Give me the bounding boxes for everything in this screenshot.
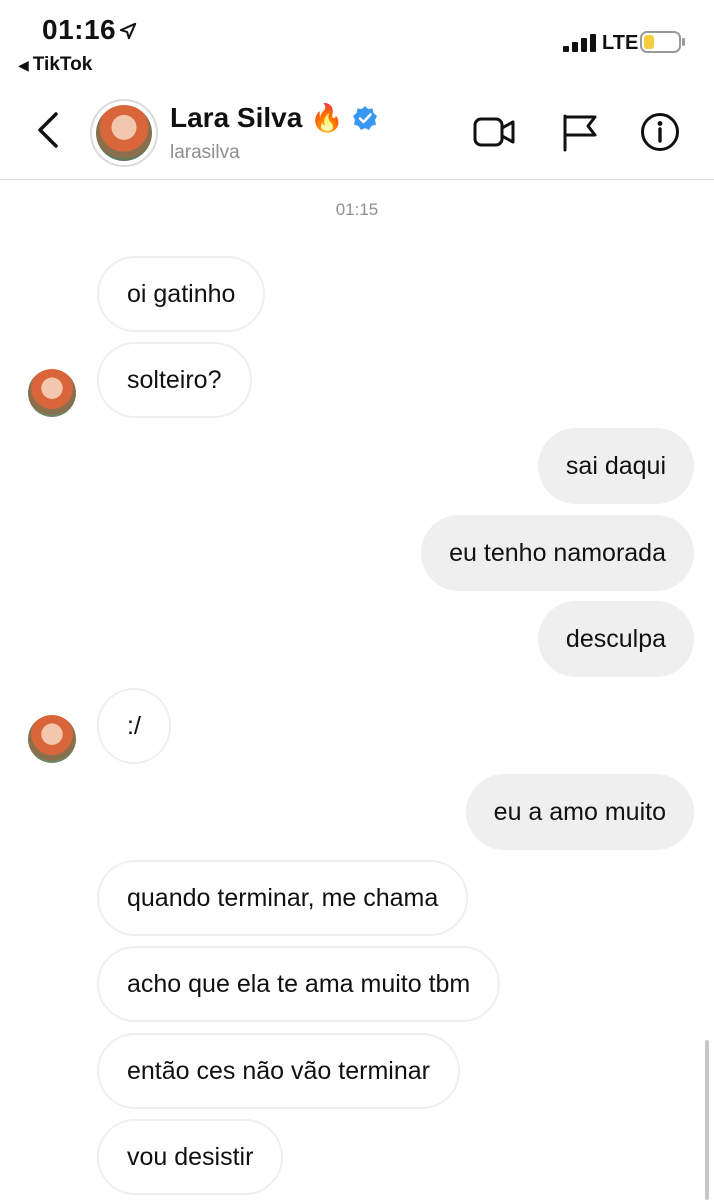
message-bubble[interactable]: eu a amo muito — [465, 774, 694, 850]
location-arrow-icon — [119, 22, 137, 40]
battery-icon — [640, 31, 685, 53]
chat-header: Lara Silva 🔥 larasilva — [0, 82, 714, 180]
message-text: eu a amo muito — [493, 797, 666, 826]
cellular-signal-icon — [563, 34, 596, 52]
message-bubble[interactable]: :/ — [97, 688, 171, 764]
message-text: quando terminar, me chama — [127, 883, 439, 912]
mini-avatar[interactable] — [28, 369, 76, 417]
profile-username: larasilva — [170, 142, 240, 163]
verified-badge-icon — [352, 106, 377, 130]
message-text: :/ — [127, 711, 141, 740]
message-text: vou desistir — [127, 1142, 254, 1171]
info-icon[interactable] — [638, 112, 682, 152]
chat-timestamp: 01:15 — [335, 200, 379, 219]
scrollbar[interactable] — [705, 1040, 709, 1200]
message-bubble[interactable]: quando terminar, me chama — [97, 860, 469, 936]
fire-emoji: 🔥 — [310, 102, 344, 133]
back-triangle-icon: ◀ — [18, 56, 29, 73]
message-text: acho que ela te ama muito tbm — [127, 969, 471, 998]
message-text: desculpa — [565, 624, 666, 653]
message-bubble[interactable]: vou desistir — [97, 1119, 284, 1195]
back-to-app-link[interactable]: ◀ TikTok — [18, 54, 92, 76]
flag-icon[interactable] — [558, 112, 602, 152]
message-bubble[interactable]: acho que ela te ama muito tbm — [97, 946, 501, 1022]
profile-avatar[interactable] — [90, 99, 158, 167]
message-text: sai daqui — [565, 451, 666, 480]
back-icon[interactable] — [30, 108, 66, 152]
avatar-image — [96, 105, 152, 161]
message-text: eu tenho namorada — [449, 538, 666, 567]
video-call-icon[interactable] — [472, 112, 516, 152]
message-bubble[interactable]: eu tenho namorada — [421, 515, 694, 591]
network-type: LTE — [602, 32, 639, 54]
message-bubble[interactable]: oi gatinho — [97, 256, 266, 332]
back-app-label: TikTok — [32, 54, 93, 75]
status-time: 01:16 — [42, 14, 117, 45]
message-bubble[interactable]: solteiro? — [97, 342, 252, 418]
mini-avatar[interactable] — [28, 715, 76, 763]
profile-name: Lara Silva — [170, 102, 303, 133]
message-text: solteiro? — [127, 365, 222, 394]
message-bubble[interactable]: sai daqui — [537, 428, 694, 504]
message-text: então ces não vão terminar — [127, 1056, 430, 1085]
message-bubble[interactable]: desculpa — [537, 601, 694, 677]
message-text: oi gatinho — [127, 279, 236, 308]
status-bar: 01:16 ◀ TikTok LTE — [0, 0, 714, 82]
profile-name-row[interactable]: Lara Silva 🔥 — [170, 102, 378, 134]
message-bubble[interactable]: então ces não vão terminar — [97, 1033, 460, 1109]
